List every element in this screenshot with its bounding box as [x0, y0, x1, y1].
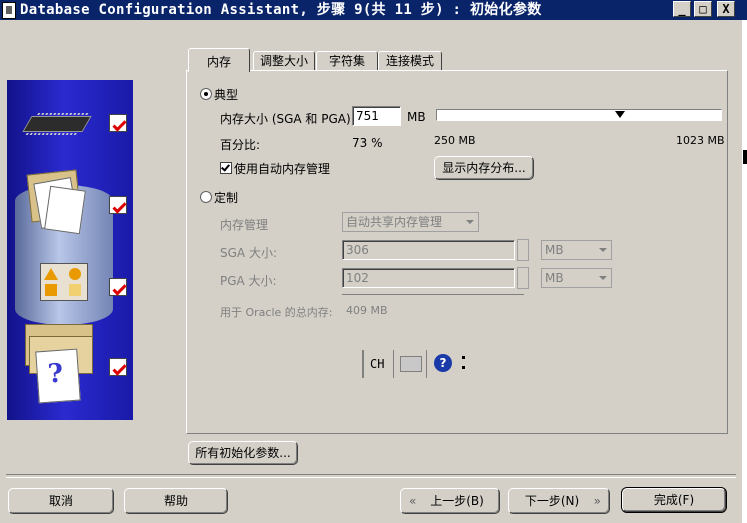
slider-thumb[interactable] — [614, 111, 625, 118]
question-mark-icon: ? — [46, 358, 65, 390]
show-memory-distribution-button[interactable]: 显示内存分布... — [434, 156, 534, 180]
tab-charset[interactable]: 字符集 — [316, 51, 378, 71]
typical-radio[interactable] — [200, 88, 212, 100]
chevron-down-icon — [599, 276, 607, 280]
custom-radio[interactable] — [200, 191, 212, 203]
triangle-icon — [44, 268, 58, 280]
tab-connection-mode[interactable]: 连接模式 — [378, 51, 442, 71]
slider-max-label: 1023 MB — [676, 134, 725, 147]
footer-divider — [6, 474, 736, 478]
memory-management-label: 内存管理 — [220, 218, 269, 232]
typical-label: 典型 — [214, 88, 239, 102]
pga-unit-value: MB — [545, 271, 564, 285]
total-memory-value: 409 MB — [346, 304, 388, 317]
pga-size-label: PGA 大小: — [220, 274, 277, 288]
shapes-icon — [40, 263, 88, 301]
keyboard-icon[interactable] — [400, 356, 422, 372]
sga-unit-select[interactable]: MB — [541, 240, 612, 260]
minimize-button[interactable]: _ — [673, 1, 691, 17]
edge-mark — [743, 150, 747, 164]
window-title: Database Configuration Assistant, 步骤 9(共… — [20, 2, 542, 18]
close-button[interactable]: X — [717, 1, 735, 17]
back-button[interactable]: « 上一步(B) — [400, 488, 500, 514]
ime-separator — [393, 350, 394, 378]
pga-unit-select[interactable]: MB — [541, 268, 612, 288]
memory-size-label: 内存大小 (SGA 和 PGA): — [220, 112, 355, 126]
ime-menu-icon[interactable] — [462, 366, 465, 369]
check-icon — [109, 114, 127, 132]
next-button[interactable]: 下一步(N) » — [508, 488, 610, 514]
help-button[interactable]: 帮助 — [124, 488, 228, 514]
chevron-right-icon: » — [593, 494, 601, 508]
document-icon — [44, 185, 86, 235]
tab-sizing[interactable]: 调整大小 — [253, 51, 315, 71]
sga-size-input[interactable]: 306 — [342, 240, 515, 260]
help-icon[interactable]: ? — [434, 354, 452, 372]
memory-size-input[interactable]: 751 — [352, 106, 401, 126]
auto-memory-checkbox[interactable] — [220, 162, 232, 174]
ime-menu-icon[interactable] — [462, 356, 465, 359]
check-icon — [109, 196, 127, 214]
check-icon — [109, 358, 127, 376]
ime-separator — [362, 350, 364, 378]
finish-button[interactable]: 完成(F) — [621, 487, 727, 513]
help-icon-glyph: ? — [439, 356, 447, 370]
sga-unit-value: MB — [545, 243, 564, 257]
memory-unit: MB — [407, 110, 426, 124]
slider-min-label: 250 MB — [434, 134, 476, 147]
total-memory-label: 用于 Oracle 的总内存: — [220, 306, 333, 319]
chevron-down-icon — [599, 248, 607, 252]
maximize-button[interactable]: □ — [694, 1, 712, 17]
memory-slider[interactable] — [436, 109, 722, 121]
chevron-left-icon: « — [409, 494, 417, 508]
cancel-button[interactable]: 取消 — [8, 488, 114, 514]
ime-language-indicator[interactable]: CH — [370, 357, 384, 371]
pga-size-input[interactable]: 102 — [342, 268, 515, 288]
sga-spinner[interactable] — [517, 239, 529, 261]
tab-memory[interactable]: 内存 — [188, 48, 250, 72]
memory-chip-icon — [22, 116, 92, 132]
wizard-illustration: ? — [7, 80, 133, 420]
next-button-label: 下一步(N) — [524, 494, 580, 508]
memory-management-value: 自动共享内存管理 — [346, 215, 443, 229]
auto-memory-label: 使用自动内存管理 — [234, 162, 331, 176]
memory-management-select[interactable]: 自动共享内存管理 — [342, 212, 479, 232]
sga-size-label: SGA 大小: — [220, 246, 277, 260]
help-document-icon: ? — [35, 348, 81, 404]
divider — [342, 294, 524, 295]
app-icon[interactable] — [2, 2, 16, 19]
percent-label: 百分比: — [220, 138, 261, 152]
check-icon — [109, 278, 127, 296]
square-icon — [45, 284, 57, 296]
circle-icon — [69, 268, 81, 280]
pga-spinner[interactable] — [517, 267, 529, 289]
custom-label: 定制 — [214, 191, 239, 205]
percent-value: 73 % — [352, 136, 383, 150]
window-edge — [742, 20, 747, 523]
square-icon — [69, 284, 81, 296]
back-button-label: 上一步(B) — [430, 494, 484, 508]
all-init-params-button[interactable]: 所有初始化参数... — [188, 441, 298, 465]
ime-separator — [426, 350, 427, 378]
chevron-down-icon — [466, 220, 474, 224]
